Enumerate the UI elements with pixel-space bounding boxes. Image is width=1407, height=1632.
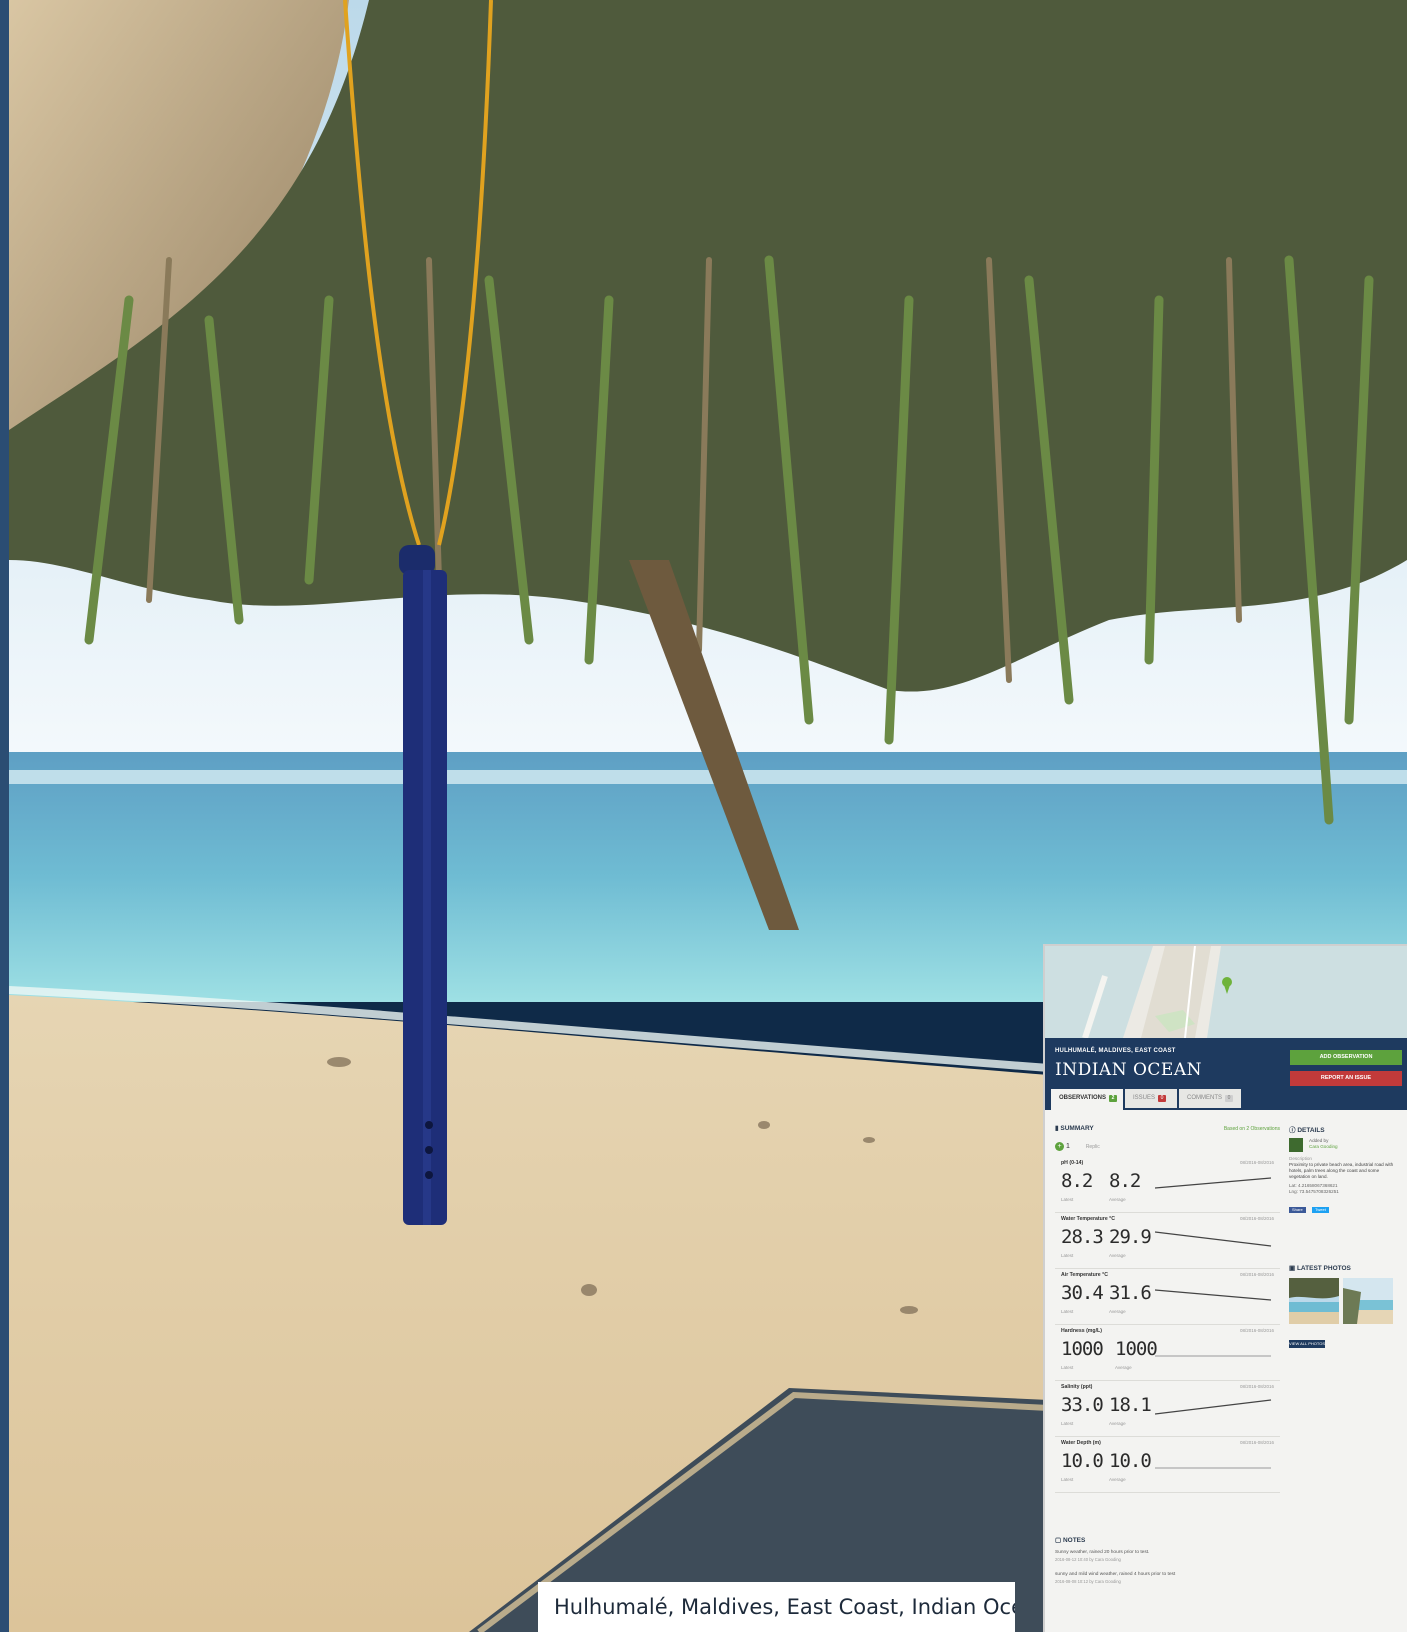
- photo-thumbnail[interactable]: [1343, 1278, 1393, 1324]
- replica-label: Replic: [1085, 1144, 1100, 1150]
- metric-range: 08/2016-08/2016: [1239, 1440, 1274, 1445]
- added-by-block: Added by Cara Gooding: [1309, 1138, 1338, 1150]
- metric-average: 8.2: [1109, 1170, 1141, 1192]
- photo-thumbnail-image: [1289, 1278, 1339, 1324]
- metric-range: 08/2016-08/2016: [1239, 1216, 1274, 1221]
- metric-name: Water Depth (m): [1061, 1440, 1101, 1446]
- metric-row: pH (0-14) 08/2016-08/2016 8.2 8.2 Latest…: [1055, 1158, 1280, 1213]
- site-detail-panel: HULHUMALÉ, MALDIVES, EAST COAST INDIAN O…: [1043, 944, 1407, 1632]
- metric-sparkline: [1155, 1399, 1272, 1415]
- tab-comments[interactable]: COMMENTS 0: [1179, 1089, 1241, 1108]
- view-all-photos-button[interactable]: VIEW ALL PHOTOS: [1289, 1340, 1325, 1348]
- metric-latest: 33.0: [1061, 1394, 1104, 1416]
- tab-observations-count: 2: [1109, 1095, 1118, 1102]
- metric-row: Water Depth (m) 08/2016-08/2016 10.0 10.…: [1055, 1438, 1280, 1493]
- notes-section: ▢ NOTES Sunny weather, rained 20 hours p…: [1055, 1536, 1395, 1584]
- tab-comments-label: COMMENTS: [1187, 1095, 1222, 1101]
- site-header: HULHUMALÉ, MALDIVES, EAST COAST INDIAN O…: [1045, 1038, 1407, 1110]
- metric-row: Hardness (mg/L) 08/2016-08/2016 1000 100…: [1055, 1326, 1280, 1381]
- map-graphic: [1045, 946, 1407, 1038]
- add-observation-button[interactable]: ADD OBSERVATION: [1290, 1050, 1402, 1065]
- note-meta: 2016-08-08 10:12 by Cara Gooding: [1055, 1579, 1121, 1584]
- note-text: sunny and mild wind weather, rained 4 ho…: [1055, 1572, 1176, 1577]
- average-label: Average: [1109, 1477, 1126, 1482]
- metric-range: 08/2016-08/2016: [1239, 1384, 1274, 1389]
- average-label: Average: [1109, 1421, 1126, 1426]
- longitude: Lng: 73.5475708326251: [1289, 1189, 1339, 1194]
- metric-sparkline: [1155, 1289, 1272, 1301]
- metric-name: Air Temperature °C: [1061, 1272, 1108, 1278]
- avatar[interactable]: [1289, 1138, 1303, 1152]
- image-icon: ▣: [1289, 1265, 1297, 1272]
- twitter-tweet-button[interactable]: Tweet: [1312, 1207, 1329, 1213]
- metric-sparkline: [1155, 1177, 1272, 1189]
- metric-range: 08/2016-08/2016: [1239, 1160, 1274, 1165]
- metric-name: pH (0-14): [1061, 1160, 1084, 1166]
- tab-issues[interactable]: ISSUES 0: [1125, 1089, 1177, 1108]
- latest-label: Latest: [1061, 1197, 1074, 1202]
- latest-label: Latest: [1061, 1477, 1074, 1482]
- latest-photos-title: ▣ LATEST PHOTOS: [1289, 1265, 1351, 1272]
- details-title: ⓘ DETAILS: [1289, 1127, 1325, 1134]
- description-text: Proximity to private beach area, industr…: [1289, 1162, 1394, 1179]
- metric-row: Salinity (ppt) 08/2016-08/2016 33.0 18.1…: [1055, 1382, 1280, 1437]
- tab-issues-label: ISSUES: [1133, 1095, 1156, 1101]
- site-location-line: HULHUMALÉ, MALDIVES, EAST COAST: [1055, 1048, 1176, 1054]
- photo-thumbnail-image: [1343, 1278, 1393, 1324]
- added-by-user[interactable]: Cara Gooding: [1309, 1144, 1338, 1150]
- metric-name: Salinity (ppt): [1061, 1384, 1093, 1390]
- metric-latest: 28.3: [1061, 1226, 1104, 1248]
- metric-sparkline: [1155, 1467, 1271, 1469]
- replica-plus-icon[interactable]: +: [1055, 1142, 1064, 1151]
- description-block: Description Proximity to private beach a…: [1289, 1156, 1401, 1216]
- site-title: INDIAN OCEAN: [1055, 1060, 1202, 1080]
- left-border-bar: [0, 0, 9, 1632]
- share-buttons: Share Tweet: [1289, 1198, 1401, 1216]
- latest-label: Latest: [1061, 1309, 1074, 1314]
- note-text: Sunny weather, rained 20 hours prior to …: [1055, 1550, 1150, 1555]
- metric-latest: 8.2: [1061, 1170, 1093, 1192]
- metric-range: 08/2016-08/2016: [1239, 1328, 1274, 1333]
- metric-row: Water Temperature °C 08/2016-08/2016 28.…: [1055, 1214, 1280, 1269]
- latest-label: Latest: [1061, 1253, 1074, 1258]
- metric-average: 1000: [1115, 1338, 1158, 1360]
- report-issue-button[interactable]: REPORT AN ISSUE: [1290, 1071, 1402, 1086]
- metric-name: Hardness (mg/L): [1061, 1328, 1102, 1334]
- average-label: Average: [1109, 1253, 1126, 1258]
- metric-latest: 30.4: [1061, 1282, 1104, 1304]
- average-label: Average: [1109, 1309, 1126, 1314]
- metric-sparkline: [1155, 1355, 1271, 1357]
- metric-sparkline: [1155, 1231, 1272, 1247]
- tab-observations[interactable]: OBSERVATIONS 2: [1051, 1089, 1123, 1110]
- note-icon: ▢: [1055, 1537, 1063, 1544]
- metric-row: Air Temperature °C 08/2016-08/2016 30.4 …: [1055, 1270, 1280, 1325]
- tab-observations-label: OBSERVATIONS: [1059, 1095, 1107, 1101]
- note-meta: 2016-08-12 10:40 by Cara Gooding: [1055, 1557, 1121, 1562]
- metric-latest: 10.0: [1061, 1450, 1104, 1472]
- metric-average: 29.9: [1109, 1226, 1152, 1248]
- metric-average: 18.1: [1109, 1394, 1152, 1416]
- summary-section: ▮ SUMMARY Based on 2 Observations + 1 Re…: [1055, 1124, 1280, 1584]
- notes-title: ▢ NOTES: [1055, 1537, 1086, 1544]
- metric-range: 08/2016-08/2016: [1239, 1272, 1274, 1277]
- latest-label: Latest: [1061, 1421, 1074, 1426]
- location-map[interactable]: [1045, 946, 1407, 1038]
- replica-count: 1: [1065, 1143, 1070, 1150]
- photo-caption: Hulhumalé, Maldives, East Coast, Indian …: [538, 1582, 1015, 1632]
- tab-comments-count: 0: [1225, 1095, 1233, 1102]
- based-on-observations[interactable]: Based on 2 Observations: [1224, 1126, 1280, 1132]
- tab-issues-count: 0: [1158, 1095, 1167, 1102]
- average-label: Average: [1115, 1365, 1132, 1370]
- metric-average: 10.0: [1109, 1450, 1152, 1472]
- metric-average: 31.6: [1109, 1282, 1152, 1304]
- summary-title: ▮ SUMMARY: [1055, 1125, 1094, 1132]
- metric-latest: 1000: [1061, 1338, 1104, 1360]
- metric-name: Water Temperature °C: [1061, 1216, 1115, 1222]
- latest-label: Latest: [1061, 1365, 1074, 1370]
- facebook-share-button[interactable]: Share: [1289, 1207, 1306, 1213]
- replica-row: + 1 Replic: [1055, 1142, 1100, 1151]
- average-label: Average: [1109, 1197, 1126, 1202]
- details-section: ⓘ DETAILS Added by Cara Gooding Descript…: [1289, 1124, 1401, 1348]
- photo-thumbnail[interactable]: [1289, 1278, 1339, 1324]
